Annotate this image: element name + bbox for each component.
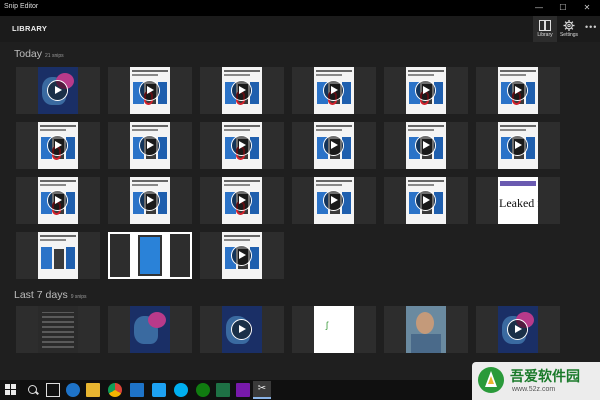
play-icon: [47, 190, 68, 211]
snip-thumbnail: ʃ: [314, 306, 354, 353]
play-icon: [415, 135, 436, 156]
library-button[interactable]: Library: [533, 16, 557, 42]
snip-tile[interactable]: [108, 177, 192, 224]
gear-icon: [563, 20, 575, 31]
title-bar: Snip Editor — ☐ ✕: [0, 0, 600, 16]
play-icon: [139, 80, 160, 101]
snip-tile[interactable]: [16, 306, 100, 353]
snip-tile[interactable]: [476, 122, 560, 169]
snip-tile[interactable]: [384, 67, 468, 114]
snip-tile[interactable]: [292, 67, 376, 114]
app-header: LIBRARY Library Settings •••: [0, 16, 600, 42]
snip-thumbnail: Leaked flagship: [498, 177, 538, 224]
watermark: 吾爱软件园 www.52z.com: [472, 362, 600, 400]
snip-tile[interactable]: [476, 67, 560, 114]
library-icon: [539, 20, 551, 31]
section-count: 21 snips: [45, 53, 64, 59]
snip-tile[interactable]: [16, 67, 100, 114]
file-explorer-icon[interactable]: [86, 383, 100, 397]
play-icon: [139, 135, 160, 156]
snip-thumbnail: [38, 306, 78, 353]
snip-tile[interactable]: [200, 306, 284, 353]
section-title: Today: [14, 48, 43, 60]
more-options-button[interactable]: •••: [585, 22, 597, 32]
play-icon: [507, 135, 528, 156]
snip-tile[interactable]: [108, 67, 192, 114]
play-icon: [47, 135, 68, 156]
play-icon: [323, 135, 344, 156]
library-label: Library: [537, 32, 553, 38]
snip-tile[interactable]: [108, 306, 192, 353]
task-view-icon[interactable]: [46, 383, 60, 397]
play-icon: [323, 80, 344, 101]
section-title: Last 7 days: [14, 289, 68, 301]
chrome-icon[interactable]: [108, 383, 122, 397]
close-button[interactable]: ✕: [575, 0, 599, 16]
play-icon: [507, 80, 528, 101]
start-button[interactable]: [4, 383, 18, 397]
play-icon: [231, 190, 252, 211]
library-content: Today 21 snips Last 7 days 9 snips Leake…: [0, 42, 600, 380]
snip-tile[interactable]: [16, 122, 100, 169]
excel-icon[interactable]: [216, 383, 230, 397]
snip-tile[interactable]: [384, 122, 468, 169]
play-icon: [415, 80, 436, 101]
snip-tile[interactable]: [200, 122, 284, 169]
snip-tile[interactable]: [200, 67, 284, 114]
snip-tile[interactable]: [108, 122, 192, 169]
snip-thumbnail: [130, 306, 170, 353]
skype-icon[interactable]: [174, 383, 188, 397]
snip-tile[interactable]: [200, 177, 284, 224]
watermark-name: 吾爱软件园: [510, 368, 580, 384]
onenote-icon[interactable]: [236, 383, 250, 397]
edge-icon[interactable]: [66, 383, 80, 397]
snip-tile[interactable]: [384, 177, 468, 224]
xbox-icon[interactable]: [196, 383, 210, 397]
snip-thumbnail: [406, 306, 446, 353]
snip-tile[interactable]: [16, 177, 100, 224]
section-count: 9 snips: [70, 294, 87, 300]
twitter-icon[interactable]: [152, 383, 166, 397]
page-title: LIBRARY: [12, 24, 48, 33]
watermark-logo-icon: [478, 367, 504, 393]
play-icon: [323, 190, 344, 211]
snip-tile-selected[interactable]: [108, 232, 192, 279]
snip-tile[interactable]: [292, 122, 376, 169]
store-icon[interactable]: [130, 383, 144, 397]
snip-tile[interactable]: [384, 306, 468, 353]
settings-button[interactable]: Settings: [557, 16, 581, 42]
snip-tile[interactable]: Leaked flagship: [476, 177, 560, 224]
maximize-button[interactable]: ☐: [551, 0, 575, 16]
play-icon: [415, 190, 436, 211]
snip-thumbnail-text: Leaked flagship: [499, 196, 538, 210]
snip-tile[interactable]: [292, 177, 376, 224]
snip-thumbnail: [130, 232, 170, 279]
snip-tile[interactable]: [476, 306, 560, 353]
play-icon: [231, 135, 252, 156]
play-icon: [231, 319, 252, 340]
watermark-url: www.52z.com: [512, 386, 556, 393]
section-header-last-7-days: Last 7 days 9 snips: [14, 289, 87, 301]
snip-tile[interactable]: ʃ: [292, 306, 376, 353]
snip-thumbnail: [38, 232, 78, 279]
app-title: Snip Editor: [4, 3, 39, 10]
snip-icon[interactable]: ✂: [253, 381, 271, 399]
snip-tile[interactable]: [200, 232, 284, 279]
section-header-today: Today 21 snips: [14, 48, 64, 60]
snip-tile[interactable]: [16, 232, 100, 279]
settings-label: Settings: [559, 32, 579, 38]
search-icon[interactable]: [26, 383, 40, 397]
play-icon: [507, 319, 528, 340]
play-icon: [231, 80, 252, 101]
play-icon: [47, 80, 68, 101]
minimize-button[interactable]: —: [527, 0, 551, 16]
play-icon: [139, 190, 160, 211]
play-icon: [231, 245, 252, 266]
